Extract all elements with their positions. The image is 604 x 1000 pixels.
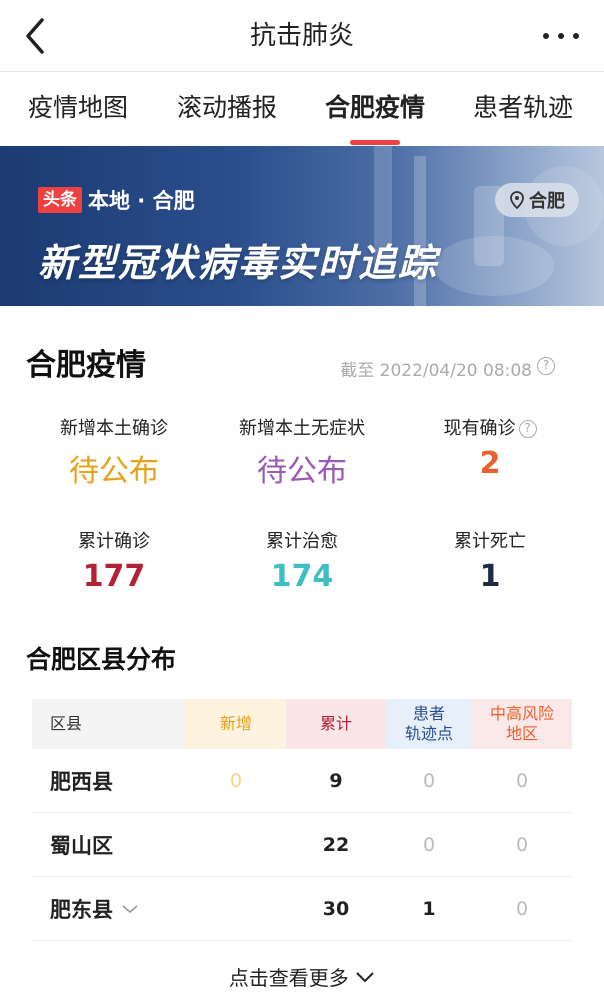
help-icon[interactable]: ? [518, 420, 537, 438]
section-title: 合肥疫情 [26, 348, 146, 383]
stat-new-local-asymptomatic: 新增本土无症状 待公布 [202, 414, 402, 490]
stat-label: 新增本土无症状 [239, 418, 365, 439]
table-header: 区县 新增 累计 患者 轨迹点 中高风险 地区 [32, 699, 572, 749]
page-title: 抗击肺炎 [249, 21, 354, 51]
stat-label: 新增本土确诊 [60, 418, 168, 439]
stat-label: 现有确诊 [443, 418, 516, 439]
cell-track: 0 [422, 770, 436, 792]
top-navigation-bar: 抗击肺炎 [0, 0, 604, 72]
district-name: 肥东县 [50, 898, 113, 922]
stat-label: 累计死亡 [454, 531, 526, 552]
stat-total-cured: 累计治愈 174 [202, 527, 402, 594]
banner: 头条 本地 · 合肥 合肥 新型冠状病毒实时追踪 [0, 146, 604, 306]
stat-value: 174 [270, 559, 334, 594]
stat-value: 1 [479, 559, 501, 594]
cell-new [186, 877, 286, 941]
district-section-title: 合肥区县分布 [26, 645, 177, 674]
stat-new-local-confirmed: 新增本土确诊 待公布 [14, 414, 214, 490]
location-pin-icon [510, 191, 524, 209]
location-chip[interactable]: 合肥 [495, 183, 579, 217]
tab-bar: 疫情地图 滚动播报 合肥疫情 患者轨迹 [0, 72, 604, 146]
active-tab-indicator [350, 140, 400, 145]
brand-tag: 头条 [38, 187, 82, 213]
header-total: 累计 [286, 699, 386, 749]
header-district: 区县 [32, 699, 186, 749]
chevron-down-icon [356, 972, 374, 983]
stat-label: 累计治愈 [266, 531, 338, 552]
stat-total-deaths: 累计死亡 1 [390, 527, 590, 594]
cell-total: 22 [322, 834, 350, 856]
district-name: 蜀山区 [50, 834, 113, 858]
view-more-label: 点击查看更多 [228, 966, 349, 990]
cell-new [186, 813, 286, 877]
location-chip-label: 合肥 [529, 191, 565, 212]
cell-risk: 0 [515, 834, 529, 856]
cell-total: 9 [329, 770, 343, 792]
as-of-timestamp: 截至 2022/04/20 08:08 [340, 361, 532, 381]
brand-location-text: 本地 · 合肥 [88, 189, 195, 213]
cell-total: 30 [322, 898, 350, 920]
table-row[interactable]: 蜀山区 22 0 0 [32, 813, 572, 877]
table-row[interactable]: 肥东县 30 1 0 [32, 877, 572, 941]
stat-current-confirmed: 现有确诊? 2 [390, 414, 590, 481]
tab-patient-tracks[interactable]: 患者轨迹 [473, 72, 573, 146]
tab-hefei-epidemic[interactable]: 合肥疫情 [325, 72, 425, 146]
view-more-button[interactable]: 点击查看更多 [0, 962, 604, 991]
tab-epidemic-map[interactable]: 疫情地图 [28, 72, 128, 146]
more-options-icon[interactable] [536, 14, 586, 58]
chevron-down-icon[interactable] [121, 903, 139, 915]
stat-value: 待公布 [257, 454, 347, 489]
cell-track: 0 [422, 834, 436, 856]
help-icon[interactable]: ? [537, 357, 555, 375]
cell-new: 0 [229, 770, 243, 792]
table-row[interactable]: 肥西县 0 9 0 0 [32, 749, 572, 813]
district-name: 肥西县 [50, 770, 113, 794]
stat-value: 2 [479, 446, 501, 481]
cell-track: 1 [422, 898, 436, 920]
banner-headline: 新型冠状病毒实时追踪 [38, 241, 439, 285]
header-new: 新增 [186, 699, 286, 749]
stat-value: 待公布 [69, 454, 159, 489]
tab-rolling-news[interactable]: 滚动播报 [177, 72, 277, 146]
district-table: 区县 新增 累计 患者 轨迹点 中高风险 地区 肥西县 0 9 0 0 蜀山区 … [32, 699, 572, 941]
stat-total-confirmed: 累计确诊 177 [14, 527, 214, 594]
brand-label: 头条 本地 · 合肥 [38, 186, 195, 214]
header-track-points: 患者 轨迹点 [386, 699, 472, 749]
header-risk-areas: 中高风险 地区 [472, 699, 572, 749]
cell-risk: 0 [515, 898, 529, 920]
cell-risk: 0 [515, 770, 529, 792]
stat-label: 累计确诊 [78, 531, 150, 552]
stat-value: 177 [82, 559, 146, 594]
